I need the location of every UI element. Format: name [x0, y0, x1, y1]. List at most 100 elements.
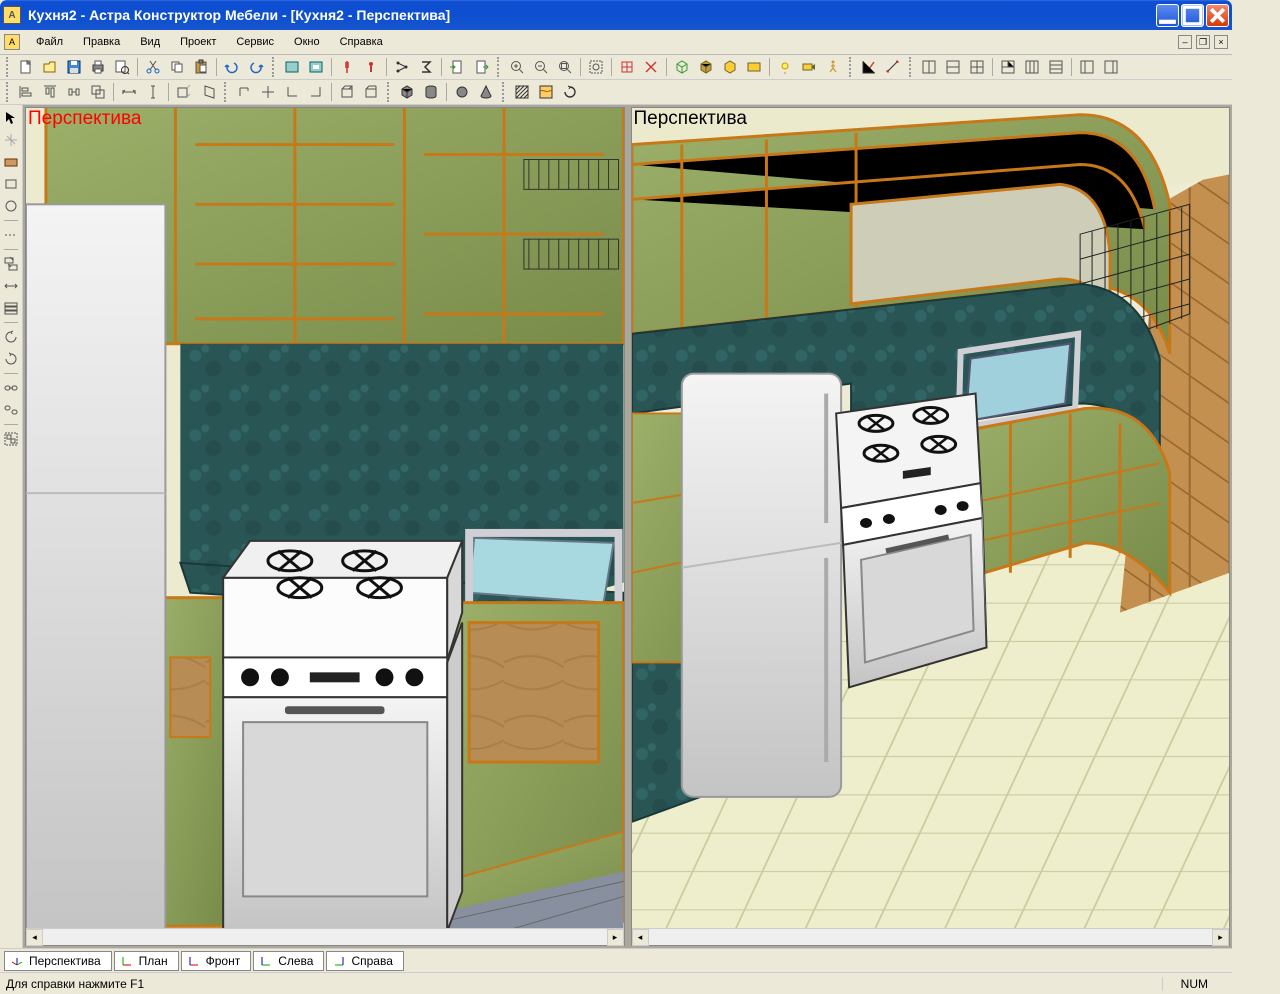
print-button[interactable]: [87, 56, 109, 78]
render-button[interactable]: [743, 56, 765, 78]
mdi-minimize-button[interactable]: –: [1178, 35, 1192, 49]
menu-edit[interactable]: Правка: [73, 32, 130, 52]
texture-button[interactable]: [535, 81, 557, 103]
toolbar-grip[interactable]: [6, 82, 10, 102]
zoom-in-button[interactable]: [506, 56, 528, 78]
link-button[interactable]: [1, 378, 21, 398]
dimension-button[interactable]: [1, 276, 21, 296]
layout-8-button[interactable]: [1100, 56, 1122, 78]
layers-button[interactable]: [1, 298, 21, 318]
paste-button[interactable]: [190, 56, 212, 78]
cutline-button[interactable]: [1, 225, 21, 245]
menu-project[interactable]: Проект: [170, 32, 226, 52]
plane-xy-button[interactable]: [173, 81, 195, 103]
menu-help[interactable]: Справка: [330, 32, 393, 52]
light-button[interactable]: [774, 56, 796, 78]
print-preview-button[interactable]: [111, 56, 133, 78]
snap-cross-button[interactable]: [640, 56, 662, 78]
tab-perspective[interactable]: Перспектива: [4, 951, 112, 971]
textured-button[interactable]: [719, 56, 741, 78]
layout-1-button[interactable]: [918, 56, 940, 78]
tab-left[interactable]: Слева: [253, 951, 324, 971]
view-pane-right[interactable]: Перспектива: [631, 107, 1231, 946]
walk-button[interactable]: [822, 56, 844, 78]
layout-3-button[interactable]: [966, 56, 988, 78]
save-button[interactable]: [63, 56, 85, 78]
connector-r-button[interactable]: [305, 81, 327, 103]
screw-button[interactable]: [336, 56, 358, 78]
scroll-left-button[interactable]: ◂: [26, 929, 43, 946]
export2-button[interactable]: [470, 56, 492, 78]
toolbar-grip[interactable]: [502, 82, 506, 102]
panel-button[interactable]: [281, 56, 303, 78]
mdi-restore-button[interactable]: ❐: [1196, 35, 1210, 49]
sum-button[interactable]: [415, 56, 437, 78]
toolbar-grip[interactable]: [497, 57, 501, 77]
new-button[interactable]: [15, 56, 37, 78]
offset-button[interactable]: [87, 81, 109, 103]
align-top-button[interactable]: [39, 81, 61, 103]
toolbar-grip[interactable]: [849, 57, 853, 77]
distribute-h-button[interactable]: [63, 81, 85, 103]
maximize-button[interactable]: [1181, 4, 1204, 27]
zoom-region-button[interactable]: [585, 56, 607, 78]
hscroll-right[interactable]: ◂ ▸: [632, 928, 1230, 945]
toolbar-grip[interactable]: [272, 57, 276, 77]
dim-h-button[interactable]: [118, 81, 140, 103]
layout-7-button[interactable]: [1076, 56, 1098, 78]
solid-cylinder-button[interactable]: [420, 81, 442, 103]
export-button[interactable]: [446, 56, 468, 78]
view-canvas-right[interactable]: Перспектива: [632, 108, 1230, 928]
box-button[interactable]: [336, 81, 358, 103]
connector-t-button[interactable]: [257, 81, 279, 103]
toolbar-grip[interactable]: [6, 57, 10, 77]
layout-5-button[interactable]: [1021, 56, 1043, 78]
solid-sphere-button[interactable]: [451, 81, 473, 103]
shaded-button[interactable]: [695, 56, 717, 78]
layout-6-button[interactable]: [1045, 56, 1067, 78]
mdi-close-button[interactable]: ×: [1214, 35, 1228, 49]
view-canvas-left[interactable]: Перспектива: [26, 108, 624, 928]
group-button[interactable]: [1, 429, 21, 449]
align-left-button[interactable]: [15, 81, 37, 103]
add-rect-button[interactable]: [1, 174, 21, 194]
view-pane-left[interactable]: Перспектива: [25, 107, 625, 946]
zoom-out-button[interactable]: [530, 56, 552, 78]
toolbar-grip[interactable]: [224, 82, 228, 102]
scroll-right-button[interactable]: ▸: [1212, 929, 1229, 946]
hatch-button[interactable]: [511, 81, 533, 103]
connector-top-button[interactable]: [233, 81, 255, 103]
rotate-ccw-button[interactable]: [1, 327, 21, 347]
tree-button[interactable]: [391, 56, 413, 78]
panel-props-button[interactable]: [305, 56, 327, 78]
camera-button[interactable]: [798, 56, 820, 78]
graph-button[interactable]: [858, 56, 880, 78]
snap-center-button[interactable]: [616, 56, 638, 78]
close-button[interactable]: [1206, 4, 1229, 27]
add-circle-button[interactable]: [1, 196, 21, 216]
solid-cube-button[interactable]: [396, 81, 418, 103]
add-panel-button[interactable]: [1, 152, 21, 172]
menu-window[interactable]: Окно: [284, 32, 330, 52]
tab-right[interactable]: Справа: [326, 951, 403, 971]
axis-tool-button[interactable]: [1, 130, 21, 150]
redo-button[interactable]: [245, 56, 267, 78]
dim-v-button[interactable]: [142, 81, 164, 103]
copy-button[interactable]: [166, 56, 188, 78]
tab-plan[interactable]: План: [114, 951, 179, 971]
rotate-cw-button[interactable]: [1, 349, 21, 369]
scroll-left-button[interactable]: ◂: [632, 929, 649, 946]
box-open-button[interactable]: [360, 81, 382, 103]
layout-4-button[interactable]: [997, 56, 1019, 78]
layout-2-button[interactable]: [942, 56, 964, 78]
menu-file[interactable]: Файл: [26, 32, 73, 52]
menu-service[interactable]: Сервис: [226, 32, 284, 52]
undo-button[interactable]: [221, 56, 243, 78]
wireframe-button[interactable]: [671, 56, 693, 78]
plane-yz-button[interactable]: [197, 81, 219, 103]
rotate-button[interactable]: [559, 81, 581, 103]
minimize-button[interactable]: [1156, 4, 1179, 27]
toolbar-grip[interactable]: [387, 82, 391, 102]
tab-front[interactable]: Фронт: [181, 951, 252, 971]
open-button[interactable]: [39, 56, 61, 78]
